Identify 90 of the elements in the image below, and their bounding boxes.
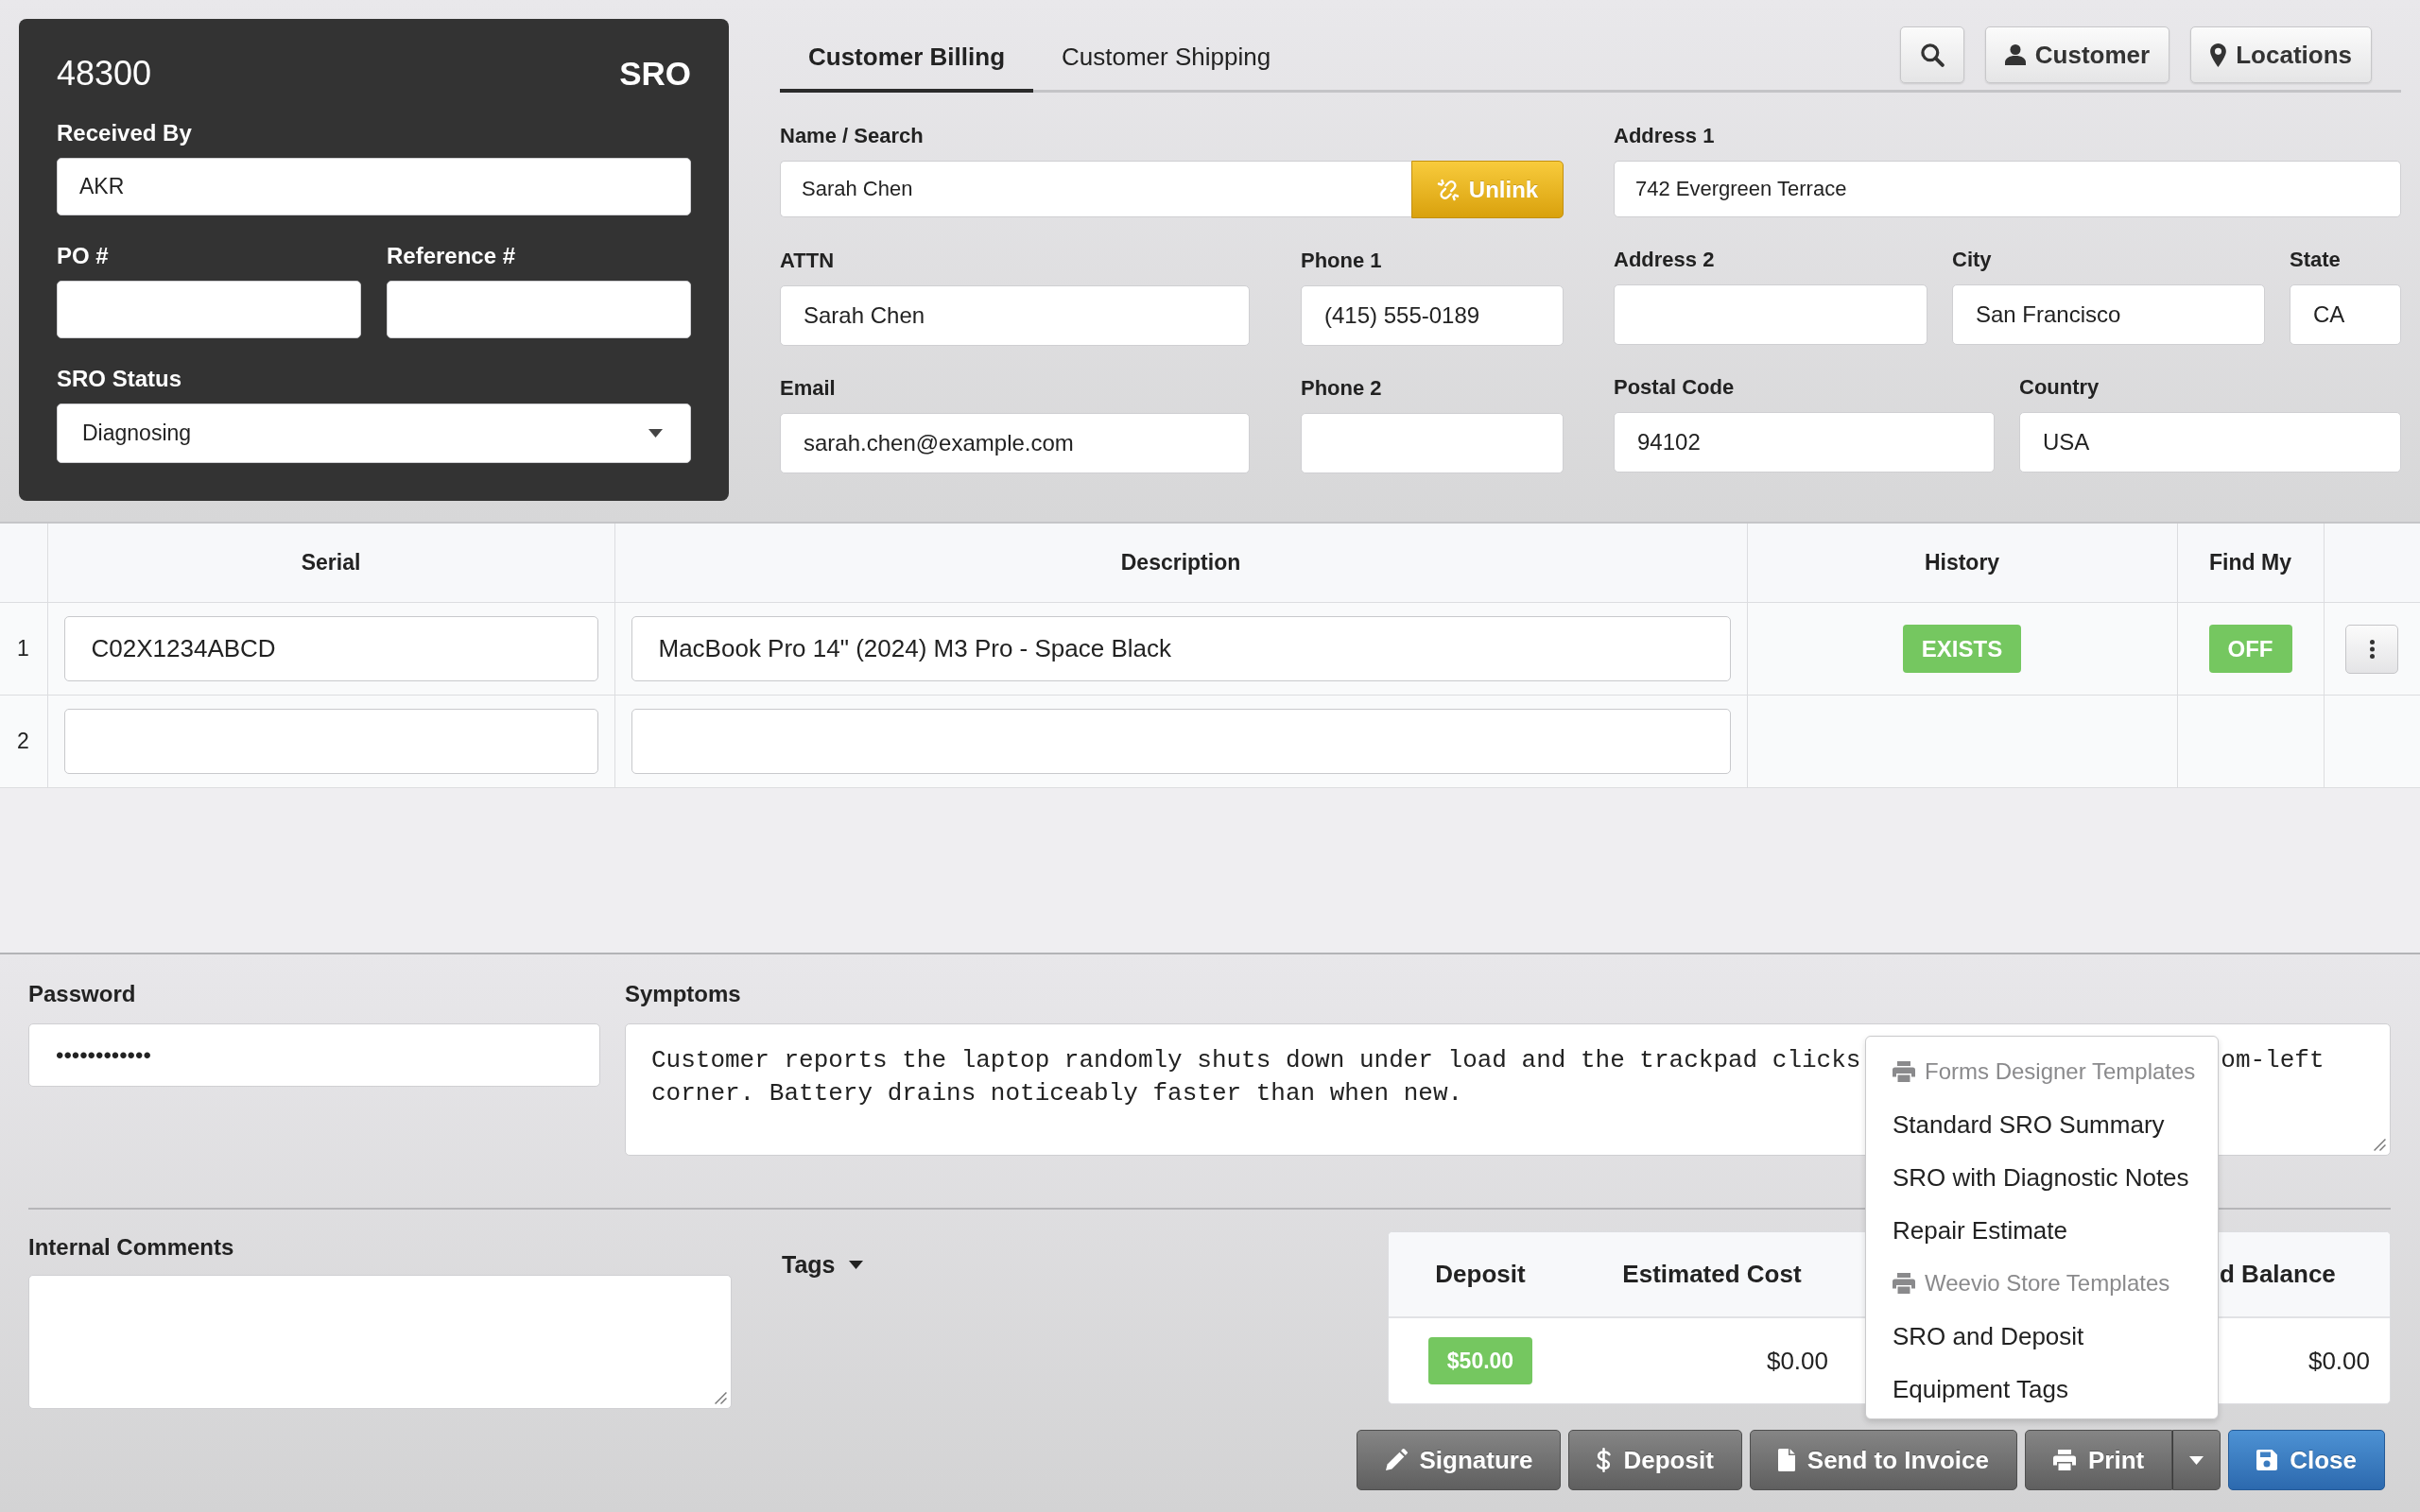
menu-section-header: Forms Designer Templates <box>1925 1058 2196 1085</box>
search-button[interactable] <box>1899 26 1964 83</box>
status-badge: EXISTS <box>1902 625 2022 673</box>
column-header: Serial <box>47 523 614 603</box>
resize-grip-icon <box>2374 1139 2386 1151</box>
document-icon <box>1777 1449 1795 1471</box>
status-badge: OFF <box>2208 625 2292 673</box>
field-label: Internal Comments <box>28 1234 234 1261</box>
send-to-invoice-button[interactable]: Send to Invoice <box>1749 1430 2017 1490</box>
text-field[interactable] <box>63 709 598 774</box>
menu-item[interactable]: Repair Estimate <box>1866 1204 2218 1257</box>
printer-icon <box>1893 1061 1915 1082</box>
password-field[interactable]: •••••••••••• <box>28 1023 600 1087</box>
text-field[interactable] <box>1301 413 1564 473</box>
text-field[interactable]: CA <box>2290 284 2401 345</box>
field-label: State <box>2290 247 2341 273</box>
amount-badge: $50.00 <box>1427 1337 1533 1384</box>
close-button[interactable]: Close <box>2228 1430 2385 1490</box>
field-label: Reference # <box>387 242 516 270</box>
caret-icon <box>648 429 663 438</box>
field-label: Address 1 <box>1614 123 1715 149</box>
text-field[interactable]: (415) 555-0189 <box>1301 285 1564 346</box>
resize-grip-icon <box>715 1392 727 1404</box>
field-label: Received By <box>57 119 192 147</box>
text-field[interactable] <box>387 281 691 338</box>
column-header: Description <box>614 523 1747 603</box>
search-icon <box>1919 43 1945 67</box>
pencil-icon <box>1384 1449 1408 1471</box>
field-label: Country <box>2019 374 2100 401</box>
map-pin-icon <box>2210 43 2227 67</box>
row-number: 1 <box>17 636 29 661</box>
text-field[interactable]: AKR <box>57 158 691 215</box>
caret-icon <box>848 1260 863 1269</box>
row-number: 2 <box>17 729 29 753</box>
text-field[interactable] <box>57 281 361 338</box>
more-button[interactable] <box>2345 624 2399 674</box>
text-field[interactable]: Sarah Chen <box>780 285 1250 346</box>
menu-item[interactable]: Standard SRO Summary <box>1866 1098 2218 1151</box>
tags-dropdown[interactable]: Tags <box>782 1250 863 1279</box>
field-label: PO # <box>57 242 109 270</box>
field-label: City <box>1952 247 1992 273</box>
broken-link-icon <box>1436 178 1460 201</box>
field-label: Phone 2 <box>1301 375 1382 402</box>
field-label: SRO Status <box>57 365 182 393</box>
field-label: Email <box>780 375 836 402</box>
menu-item[interactable]: Equipment Tags <box>1866 1363 2218 1416</box>
dropdown-toggle-button[interactable] <box>2172 1430 2221 1490</box>
text-field[interactable]: Sarah Chen <box>780 161 1411 217</box>
column-header: Deposit <box>1435 1260 1526 1289</box>
customer-button[interactable]: Customer <box>1984 26 2170 83</box>
column-header: History <box>1747 523 2177 603</box>
amount-text: $0.00 <box>2308 1346 2370 1376</box>
text-area[interactable] <box>28 1275 732 1409</box>
field-label: Symptoms <box>625 981 741 1007</box>
text-field[interactable] <box>1614 284 1927 345</box>
printer-icon <box>2052 1450 2076 1470</box>
tab[interactable]: Customer Shipping <box>1033 43 1300 93</box>
field-label: Address 2 <box>1614 247 1715 273</box>
text-field[interactable]: 742 Evergreen Terrace <box>1614 161 2401 217</box>
field-label: ATTN <box>780 248 835 274</box>
sro-title: SRO <box>619 55 691 93</box>
menu-section-header: Weevio Store Templates <box>1925 1270 2170 1297</box>
column-header: Estimated Cost <box>1622 1260 1802 1289</box>
menu-item[interactable]: SRO and Deposit <box>1866 1310 2218 1363</box>
text-field[interactable]: 94102 <box>1614 412 1995 472</box>
caret-icon <box>2189 1455 2204 1465</box>
signature-button[interactable]: Signature <box>1356 1430 1562 1490</box>
field-label: Phone 1 <box>1301 248 1382 274</box>
amount-text: $0.00 <box>1766 1346 1828 1376</box>
text-field[interactable]: USA <box>2019 412 2401 472</box>
locations-button[interactable]: Locations <box>2190 26 2372 83</box>
dollar-icon <box>1597 1448 1612 1472</box>
sro-number: 48300 <box>57 54 152 94</box>
dropdown-field[interactable]: Diagnosing <box>57 404 691 463</box>
vertical-dots-icon <box>2369 639 2375 659</box>
text-field[interactable]: C02X1234ABCD <box>63 616 598 681</box>
tab[interactable]: Customer Billing <box>780 43 1033 93</box>
column-header: Find My <box>2177 523 2324 603</box>
text-field[interactable]: sarah.chen@example.com <box>780 413 1250 473</box>
deposit-button[interactable]: Deposit <box>1568 1430 1742 1490</box>
print-button[interactable]: Print <box>2024 1430 2173 1490</box>
text-field[interactable] <box>631 709 1731 774</box>
field-label: Password <box>28 981 136 1007</box>
person-icon <box>2004 44 2026 65</box>
text-field[interactable]: San Francisco <box>1952 284 2265 345</box>
field-label: Postal Code <box>1614 374 1735 401</box>
field-label: Name / Search <box>780 123 924 149</box>
column-header: d Balance <box>2219 1260 2336 1289</box>
text-field[interactable]: MacBook Pro 14" (2024) M3 Pro - Space Black <box>631 616 1731 681</box>
printer-icon <box>1893 1273 1915 1294</box>
